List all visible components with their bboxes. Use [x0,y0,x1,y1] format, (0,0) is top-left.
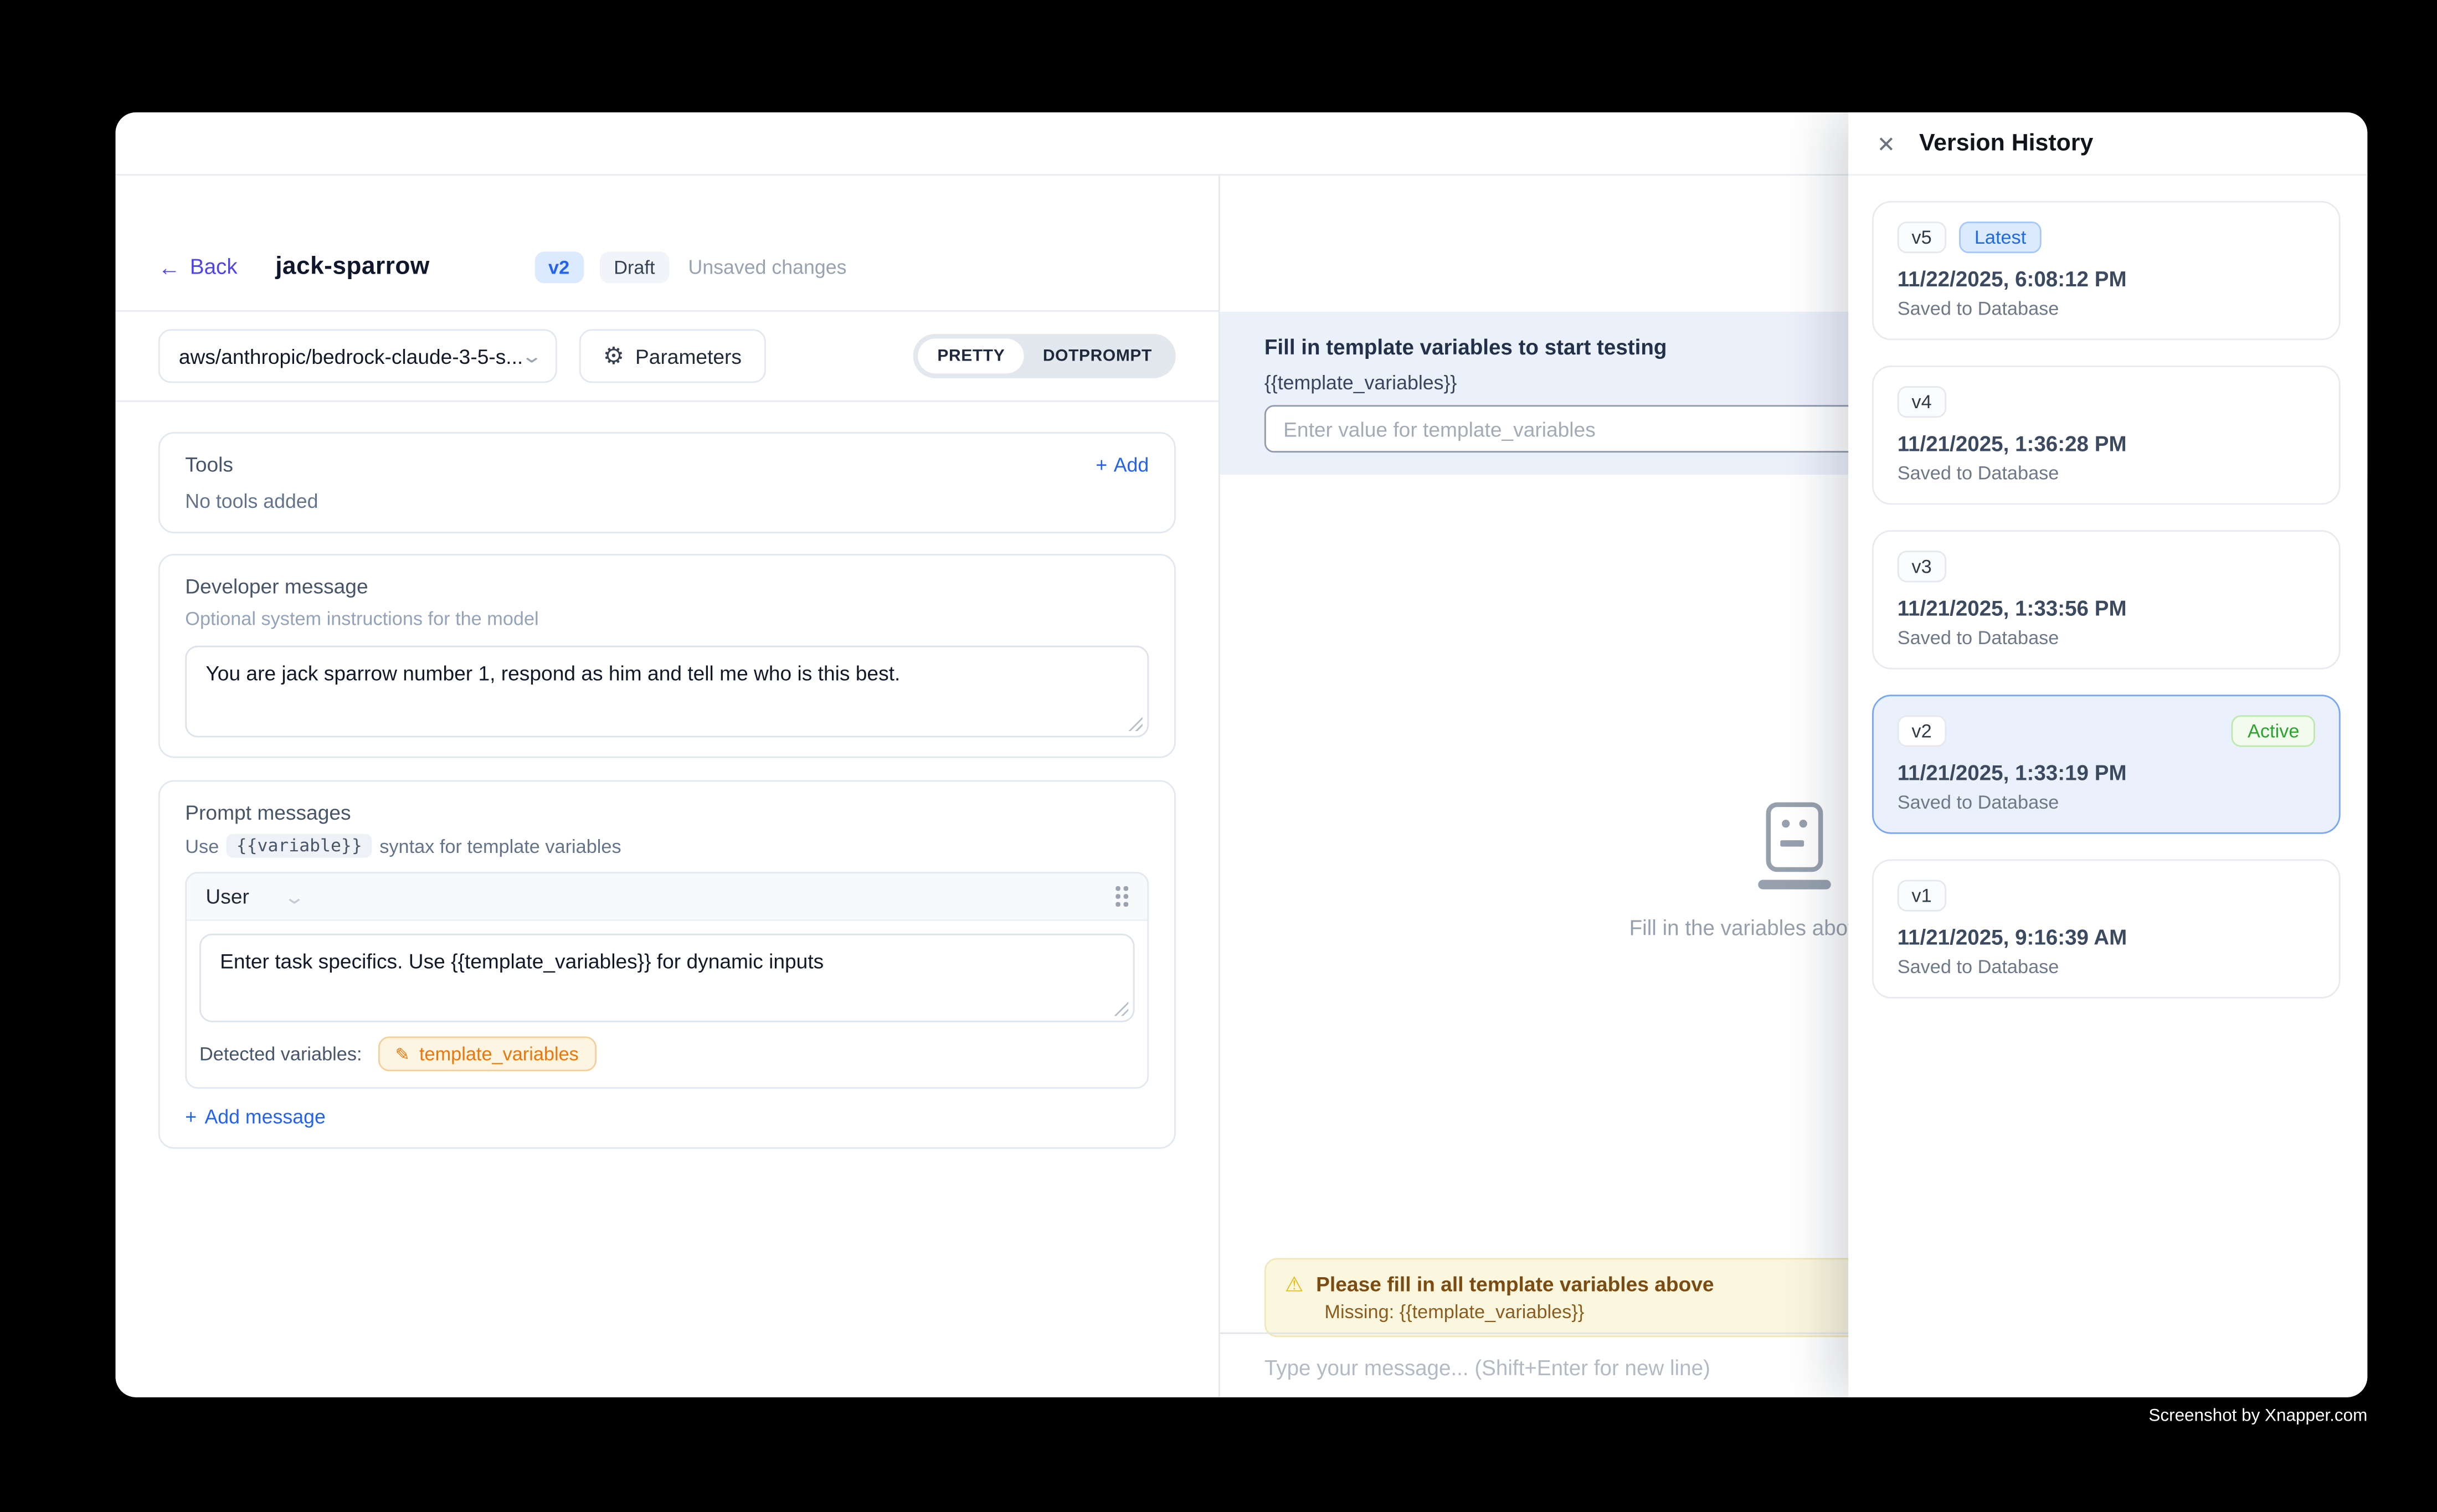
template-variable-name: template_variables [419,1043,579,1065]
chevron-down-icon: ⌄ [284,887,306,906]
editor-scroll-area: Tools + Add No tools added Developer mes… [116,402,1218,1397]
model-toolbar: aws/anthropic/bedrock-claude-3-5-s... ⌄ … [116,312,1218,402]
tools-empty-text: No tools added [185,491,1149,513]
add-message-button[interactable]: + Add message [185,1106,1149,1128]
parameters-button[interactable]: ⚙ Parameters [579,329,765,383]
hint-prefix: Use [185,835,219,857]
unsaved-changes-text: Unsaved changes [688,255,847,277]
version-item-v4[interactable]: v4 11/21/2025, 1:36:28 PM Saved to Datab… [1872,366,2341,505]
version-timestamp: 11/21/2025, 1:33:56 PM [1898,596,2315,620]
tools-card: Tools + Add No tools added [158,432,1176,533]
parameters-label: Parameters [635,344,742,368]
app-window: ← Back jack-sparrow v2 Draft Unsaved cha… [116,112,2368,1397]
version-timestamp: 11/21/2025, 9:16:39 AM [1898,925,2315,949]
version-item-v2[interactable]: v2 Active 11/21/2025, 1:33:19 PM Saved t… [1872,695,2341,834]
plus-icon: + [185,1106,197,1128]
developer-message-wrap: You are jack sparrow number 1, respond a… [185,646,1149,738]
version-timestamp: 11/21/2025, 1:36:28 PM [1898,432,2315,456]
version-id-badge: v5 [1898,222,1946,253]
latest-badge: Latest [1958,222,2042,253]
model-selector[interactable]: aws/anthropic/bedrock-claude-3-5-s... ⌄ [158,329,557,383]
model-selector-value: aws/anthropic/bedrock-claude-3-5-s... [179,344,523,368]
format-toggle: PRETTY DOTPROMPT [914,334,1176,378]
pencil-icon: ✎ [395,1043,410,1064]
version-timestamp: 11/22/2025, 6:08:12 PM [1898,268,2315,291]
prompt-editor-panel: ← Back jack-sparrow v2 Draft Unsaved cha… [116,176,1220,1397]
role-selector[interactable]: User [205,884,249,908]
prompt-message-textarea[interactable]: Enter task specifics. Use {{template_var… [199,934,1135,1022]
template-syntax-hint: Use {{variable}} syntax for template var… [185,834,1149,858]
gear-icon: ⚙ [603,344,624,368]
version-storage: Saved to Database [1898,297,2315,320]
developer-message-title: Developer message [185,574,1149,598]
toggle-dotprompt[interactable]: DOTPROMPT [1024,338,1171,373]
message-body: Enter task specifics. Use {{template_var… [187,921,1147,1022]
active-badge: Active [2232,715,2315,747]
plus-icon: + [1096,454,1107,476]
version-storage: Saved to Database [1898,791,2315,814]
draft-badge: Draft [600,251,670,282]
warning-icon: ⚠ [1285,1274,1303,1294]
tools-card-header: Tools + Add [185,452,1149,476]
developer-message-subtitle: Optional system instructions for the mod… [185,608,1149,630]
version-id-badge: v3 [1898,551,1946,582]
version-item-v5[interactable]: v5 Latest 11/22/2025, 6:08:12 PM Saved t… [1872,201,2341,340]
prompt-message-item: User ⌄ Enter task specifics. Use {{templ… [185,872,1149,1088]
version-storage: Saved to Database [1898,626,2315,649]
version-history-header: ✕ Version History [1848,112,2367,176]
detected-variables-row: Detected variables: ✎ template_variables [187,1022,1147,1087]
version-list: v5 Latest 11/22/2025, 6:08:12 PM Saved t… [1848,176,2367,999]
watermark-text: Screenshot by Xnapper.com [2148,1407,2367,1426]
toggle-pretty[interactable]: PRETTY [918,338,1024,373]
robot-face-icon [1765,803,1822,872]
page-title: jack-sparrow [275,253,430,281]
screenshot-stage: ← Back jack-sparrow v2 Draft Unsaved cha… [0,0,2437,1512]
version-id-badge: v2 [1898,715,1946,747]
prompt-textarea-wrap: Enter task specifics. Use {{template_var… [199,934,1135,1022]
chevron-down-icon: ⌄ [521,347,543,366]
message-role-header: User ⌄ [187,873,1147,921]
version-storage: Saved to Database [1898,956,2315,978]
hint-suffix: syntax for template variables [379,835,621,857]
version-item-v3[interactable]: v3 11/21/2025, 1:33:56 PM Saved to Datab… [1872,530,2341,669]
add-tool-button[interactable]: + Add [1096,454,1149,476]
version-storage: Saved to Database [1898,462,2315,484]
title-row: ← Back jack-sparrow v2 Draft Unsaved cha… [116,176,1218,312]
version-id-badge: v4 [1898,386,1946,418]
version-history-title: Version History [1919,130,2093,157]
add-message-label: Add message [204,1106,325,1128]
add-tool-label: Add [1114,454,1149,476]
version-timestamp: 11/21/2025, 1:33:19 PM [1898,761,2315,785]
variable-syntax-chip: {{variable}} [227,834,372,858]
prompt-messages-title: Prompt messages [185,801,1149,825]
detected-variables-label: Detected variables: [199,1043,362,1065]
tools-title: Tools [185,452,233,476]
resize-handle-icon[interactable] [1128,717,1143,731]
drag-handle-icon[interactable] [1115,886,1128,907]
version-badge: v2 [534,251,584,282]
close-icon[interactable]: ✕ [1877,132,1896,155]
title-badges: v2 Draft Unsaved changes [534,251,846,282]
back-arrow-icon: ← [158,255,181,277]
prompt-messages-card: Prompt messages Use {{variable}} syntax … [158,780,1176,1149]
warning-title: Please fill in all template variables ab… [1316,1272,1714,1296]
robot-base-icon [1757,880,1830,889]
version-item-v1[interactable]: v1 11/21/2025, 9:16:39 AM Saved to Datab… [1872,859,2341,998]
template-variable-chip[interactable]: ✎ template_variables [378,1036,596,1071]
back-label: Back [190,255,238,279]
developer-message-card: Developer message Optional system instru… [158,554,1176,758]
back-button[interactable]: ← Back [158,255,238,279]
version-history-panel: ✕ Version History v5 Latest 11/22/2025, … [1848,112,2367,1397]
version-id-badge: v1 [1898,880,1946,912]
resize-handle-icon[interactable] [1114,1002,1128,1016]
developer-message-textarea[interactable]: You are jack sparrow number 1, respond a… [185,646,1149,738]
